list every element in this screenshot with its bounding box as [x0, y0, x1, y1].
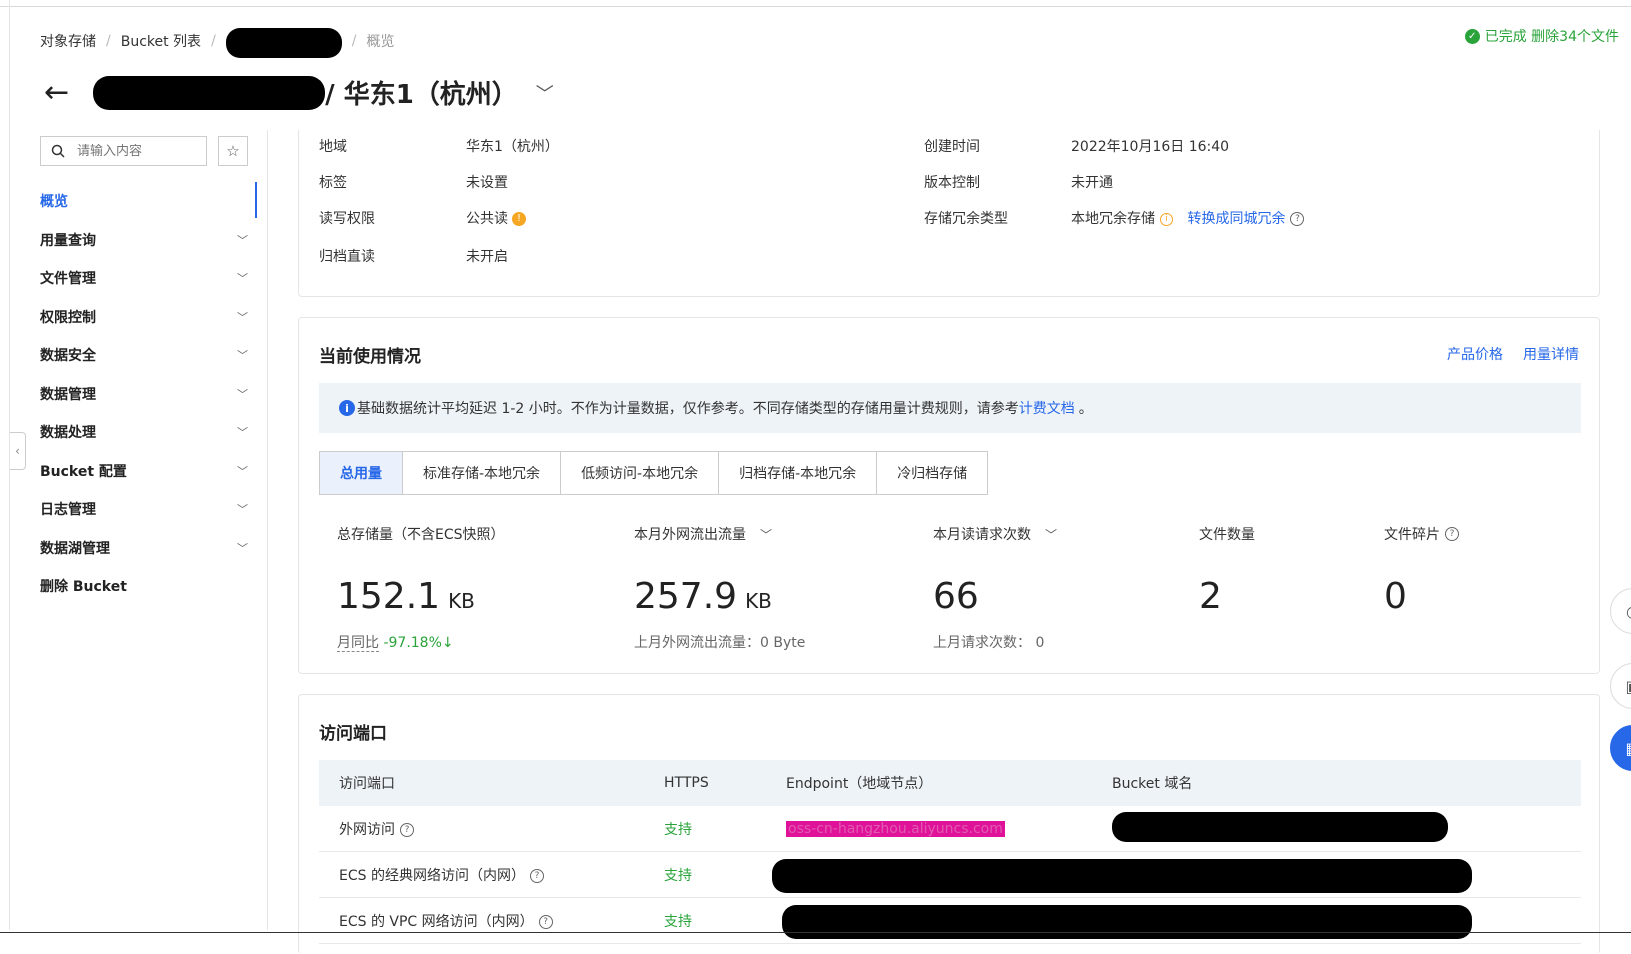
- chevron-down-icon: ﹀: [760, 527, 773, 542]
- arrow-down-icon: ↓: [441, 635, 454, 651]
- yoy-label[interactable]: 月同比: [337, 635, 379, 652]
- chevron-down-icon: ﹀: [237, 541, 248, 555]
- page-title: ← / 华东1（杭州） ﹀: [44, 74, 554, 111]
- sidebar-nav: 概览 用量查询 ﹀ 文件管理 ﹀ 权限控制 ﹀ 数据安全 ﹀ 数据管理 ﹀ 数据处理 ﹀ B…: [40, 182, 254, 606]
- chevron-down-icon: ﹀: [237, 387, 248, 401]
- chevron-down-icon: ﹀: [237, 464, 248, 478]
- sidebar-item-data-management[interactable]: 数据管理 ﹀: [40, 375, 254, 414]
- tab-total[interactable]: 总用量: [320, 452, 403, 494]
- status-text: 已完成 删除34个文件: [1484, 29, 1619, 45]
- billing-doc-link[interactable]: 计费文档: [1019, 398, 1075, 418]
- breadcrumb-bucket-list[interactable]: Bucket 列表: [121, 31, 201, 51]
- usage-notice: i 基础数据统计平均延迟 1-2 小时。不作为计量数据，仅作参考。不同存储类型的…: [319, 383, 1581, 433]
- stat-traffic: 本月外网流出流量 ﹀ 257.9 KB 上月外网流出流量：0 Byte: [634, 527, 806, 651]
- tab-standard[interactable]: 标准存储-本地冗余: [403, 452, 562, 494]
- sidebar-item-logs[interactable]: 日志管理 ﹀: [40, 490, 254, 529]
- active-indicator: [255, 182, 257, 218]
- search-icon: [51, 144, 65, 158]
- sidebar-item-permissions[interactable]: 权限控制 ﹀: [40, 298, 254, 337]
- chevron-down-icon: ﹀: [1045, 527, 1058, 542]
- help-icon[interactable]: ?: [538, 914, 553, 929]
- chevron-down-icon: ﹀: [237, 310, 248, 324]
- fragments-value: 0: [1384, 576, 1407, 617]
- sidebar-item-data-security[interactable]: 数据安全 ﹀: [40, 336, 254, 375]
- info-icon[interactable]: i: [1160, 212, 1173, 226]
- sidebar-item-files[interactable]: 文件管理 ﹀: [40, 259, 254, 298]
- files-value: 2: [1199, 576, 1222, 617]
- redacted-endpoint-domain: [772, 858, 1472, 893]
- stat-requests: 本月读请求次数 ﹀ 66 上月请求次数： 0: [933, 527, 1058, 651]
- sidebar-item-data-processing[interactable]: 数据处理 ﹀: [40, 413, 254, 452]
- help-icon[interactable]: ?: [529, 868, 544, 883]
- endpoints-card: 访问端口 访问端口 HTTPS Endpoint（地域节点） Bucket 域名…: [298, 694, 1600, 954]
- window-icon[interactable]: ▣: [1610, 663, 1631, 709]
- back-arrow-icon[interactable]: ←: [44, 75, 69, 110]
- storage-value: 152.1: [337, 576, 441, 617]
- top-divider: [0, 6, 1631, 7]
- chevron-down-icon: ﹀: [237, 349, 248, 363]
- info-icon: i: [339, 400, 355, 416]
- requests-value: 66: [933, 576, 979, 617]
- stat-fragments: 文件碎片? 0: [1384, 524, 1459, 617]
- traffic-value: 257.9: [634, 576, 738, 617]
- endpoints-table: 访问端口 HTTPS Endpoint（地域节点） Bucket 域名 外网访问…: [319, 760, 1581, 944]
- redacted-bucket-name: [225, 28, 342, 58]
- stat-files: 文件数量 2: [1199, 527, 1255, 617]
- tab-archive[interactable]: 归档存储-本地冗余: [719, 452, 878, 494]
- chevron-down-icon: ﹀: [237, 503, 248, 517]
- redacted-domain: [1112, 811, 1448, 842]
- stat-storage: 总存储量（不含ECS快照） 152.1 KB 月同比 -97.18%↓: [337, 527, 505, 652]
- sidebar-item-usage[interactable]: 用量查询 ﹀: [40, 221, 254, 260]
- product-price-link[interactable]: 产品价格: [1447, 344, 1503, 364]
- redacted-bucket-title: [93, 75, 326, 110]
- sidebar-item-data-lake[interactable]: 数据湖管理 ﹀: [40, 529, 254, 568]
- feedback-icon[interactable]: ◔: [1610, 588, 1631, 634]
- redundancy-value: 本地冗余存储: [1071, 211, 1155, 227]
- endpoint-value[interactable]: oss-cn-hangzhou.aliyuncs.com: [786, 820, 1005, 837]
- favorite-star-icon[interactable]: ☆: [218, 136, 248, 166]
- chevron-down-icon: ﹀: [237, 233, 248, 247]
- sidebar: ☆ 概览 用量查询﹀ 文件管理﹀ 权限控制﹀ 数据安全﹀ 数据管理﹀ 数据处理﹀…: [10, 130, 268, 930]
- table-row: 外网访问? 支持 oss-cn-hangzhou.aliyuncs.com: [319, 806, 1581, 852]
- help-icon[interactable]: ?: [1445, 527, 1459, 541]
- tab-cold-archive[interactable]: 冷归档存储: [877, 452, 987, 494]
- search-input[interactable]: [77, 143, 187, 159]
- convert-redundancy-link[interactable]: 转换成同城冗余: [1187, 211, 1285, 227]
- breadcrumb-current: 概览: [366, 34, 395, 50]
- tab-infrequent[interactable]: 低频访问-本地冗余: [561, 452, 720, 494]
- region-title: / 华东1（杭州）: [325, 80, 518, 110]
- apps-grid-icon[interactable]: ▦: [1610, 725, 1631, 771]
- breadcrumb: 对象存储 / Bucket 列表 / / 概览: [40, 24, 395, 58]
- basic-info-card: 地域 华东1（杭州） 标签 未设置 读写权限 公共读! 归档直读 未开启 创建时…: [298, 130, 1600, 297]
- breadcrumb-oss[interactable]: 对象存储: [40, 31, 96, 51]
- chevron-down-icon[interactable]: ﹀: [536, 80, 554, 106]
- table-row: ECS 的 VPC 网络访问（内网）? 支持: [319, 898, 1581, 944]
- usage-title: 当前使用情况: [319, 347, 421, 367]
- usage-detail-link[interactable]: 用量详情: [1523, 344, 1579, 364]
- warning-icon[interactable]: !: [512, 212, 526, 226]
- usage-card: 当前使用情况 产品价格 用量详情 i 基础数据统计平均延迟 1-2 小时。不作为…: [298, 317, 1600, 674]
- table-header: 访问端口 HTTPS Endpoint（地域节点） Bucket 域名: [319, 760, 1581, 806]
- endpoints-title: 访问端口: [319, 724, 387, 744]
- chevron-down-icon: ﹀: [237, 426, 248, 440]
- redacted-endpoint-domain: [782, 904, 1472, 939]
- usage-links: 产品价格 用量详情: [1447, 344, 1579, 364]
- traffic-last-month: 上月外网流出流量：0 Byte: [634, 635, 806, 651]
- task-status[interactable]: ✓ 已完成 删除34个文件: [1464, 26, 1619, 46]
- storage-type-tabs: 总用量 标准存储-本地冗余 低频访问-本地冗余 归档存储-本地冗余 冷归档存储: [319, 451, 989, 495]
- check-circle-icon: ✓: [1464, 28, 1480, 44]
- bottom-divider: [0, 932, 1631, 933]
- yoy-value: -97.18%: [383, 635, 442, 651]
- requests-last-month: 上月请求次数： 0: [933, 635, 1045, 651]
- sidebar-item-bucket-config[interactable]: Bucket 配置 ﹀: [40, 452, 254, 491]
- sidebar-item-overview[interactable]: 概览: [40, 182, 254, 221]
- table-row: ECS 的经典网络访问（内网）? 支持: [319, 852, 1581, 898]
- help-icon[interactable]: ?: [400, 822, 414, 837]
- chevron-down-icon: ﹀: [237, 272, 248, 286]
- sidebar-collapse-icon[interactable]: ‹: [10, 432, 26, 470]
- sidebar-item-delete-bucket[interactable]: 删除 Bucket: [40, 567, 254, 606]
- acl-value: 公共读: [466, 211, 508, 227]
- search-box[interactable]: [40, 136, 207, 166]
- help-icon[interactable]: ?: [1290, 212, 1305, 226]
